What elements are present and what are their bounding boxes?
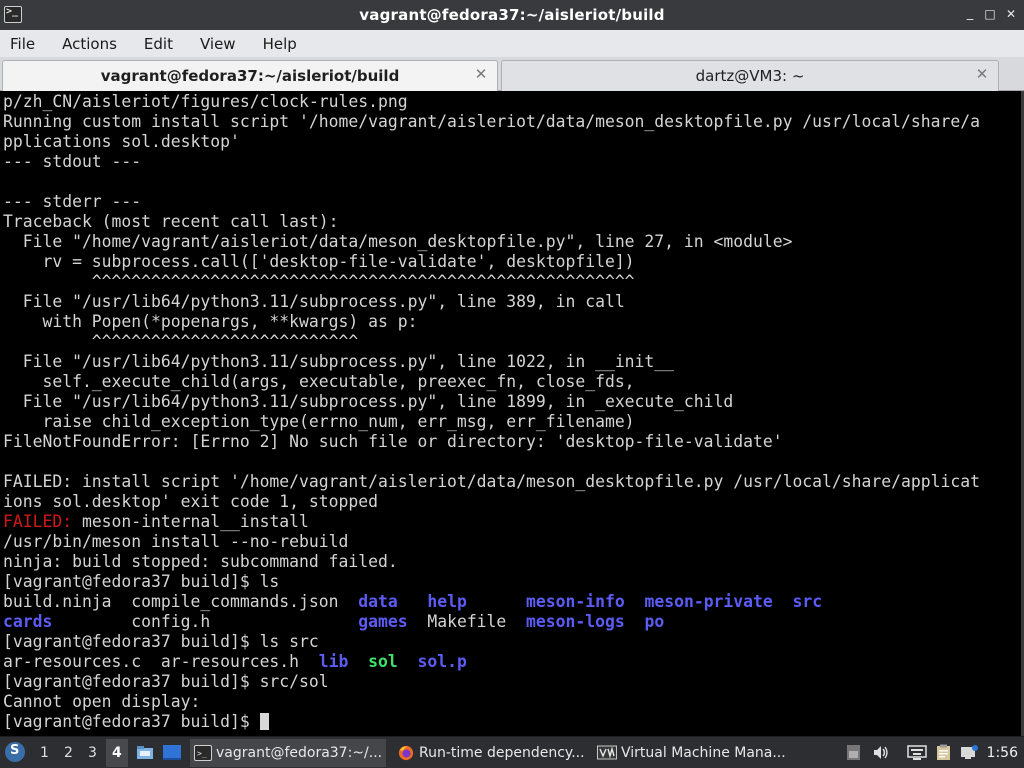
task-virt-manager[interactable]: Virtual Machine Mana... <box>593 739 793 767</box>
menu-file[interactable]: File <box>10 35 35 53</box>
terminal-line: File "/usr/lib64/python3.11/subprocess.p… <box>3 392 734 411</box>
tab-vagrant[interactable]: vagrant@fedora37:~/aisleriot/build ✕ <box>2 60 498 91</box>
terminal-line: File "/usr/lib64/python3.11/subprocess.p… <box>3 352 675 371</box>
close-button[interactable]: ✕ <box>1004 6 1018 22</box>
ls-output-row: ar-resources.c ar-resources.h lib sol so… <box>3 652 467 671</box>
dir-entry: src <box>792 592 823 611</box>
dir-entry: meson-info <box>526 592 625 611</box>
taskbar: 1 2 3 4 >_ vagrant@fedora37:~/... Run-ti… <box>0 736 1024 768</box>
desktop-icon[interactable] <box>163 745 181 760</box>
terminal-line: --- stderr --- <box>3 192 142 211</box>
network-icon[interactable] <box>961 744 978 761</box>
task-label: Run-time dependency... <box>419 745 585 761</box>
terminal-line: Traceback (most recent call last): <box>3 212 339 231</box>
window-titlebar[interactable]: vagrant@fedora37:~/aisleriot/build _ □ ✕ <box>0 0 1024 30</box>
failed-label: FAILED: <box>3 512 73 531</box>
task-firefox[interactable]: Run-time dependency... <box>393 739 589 767</box>
menubar: File Actions Edit View Help <box>0 30 1024 57</box>
volume-icon[interactable] <box>872 744 889 761</box>
task-terminal[interactable]: >_ vagrant@fedora37:~/... <box>190 739 386 767</box>
ls-output-row: cards config.h games Makefile meson-logs… <box>3 612 665 631</box>
terminal-output[interactable]: p/zh_CN/aisleriot/figures/clock-rules.pn… <box>0 91 1021 736</box>
terminal-line: ninja: build stopped: subcommand failed. <box>3 552 398 571</box>
task-label: vagrant@fedora37:~/... <box>216 745 383 761</box>
ls-output-row: build.ninja compile_commands.json data h… <box>3 592 823 611</box>
workspace-2[interactable]: 2 <box>64 745 73 761</box>
terminal-line: ^^^^^^^^^^^^^^^^^^^^^^^^^^^ <box>3 332 359 351</box>
text-cursor <box>259 713 269 730</box>
tab-label: dartz@VM3: ~ <box>695 67 805 85</box>
menu-view[interactable]: View <box>200 35 236 53</box>
terminal-line: --- stdout --- <box>3 152 142 171</box>
minimize-button[interactable]: _ <box>963 6 977 22</box>
tab-label: vagrant@fedora37:~/aisleriot/build <box>100 67 400 85</box>
terminal-line: Cannot open display: <box>3 692 201 711</box>
tab-close-icon[interactable]: ✕ <box>974 65 990 83</box>
menu-actions[interactable]: Actions <box>62 35 117 53</box>
tab-close-icon[interactable]: ✕ <box>473 65 489 83</box>
terminal-line: p/zh_CN/aisleriot/figures/clock-rules.pn… <box>3 92 408 111</box>
prompt-line[interactable]: [vagrant@fedora37 build]$ <box>3 712 1021 732</box>
dir-entry: games <box>358 612 408 631</box>
clipboard-icon[interactable] <box>935 744 952 761</box>
terminal-line: [vagrant@fedora37 build]$ ls <box>3 572 280 591</box>
clock[interactable]: 1:56 <box>987 745 1018 761</box>
menu-edit[interactable]: Edit <box>144 35 173 53</box>
workspace-3[interactable]: 3 <box>88 745 97 761</box>
dir-entry: cards <box>3 612 53 631</box>
svg-text:>_: >_ <box>197 749 207 758</box>
executable-entry: sol <box>368 652 398 671</box>
terminal-line: rv = subprocess.call(['desktop-file-vali… <box>3 252 635 271</box>
terminal-line: raise child_exception_type(errno_num, er… <box>3 412 635 431</box>
terminal-icon: >_ <box>194 745 212 761</box>
terminal-line: ions sol.desktop' exit code 1, stopped <box>3 492 378 511</box>
terminal-line: with Popen(*popenargs, **kwargs) as p: <box>3 312 418 331</box>
terminal-line: Running custom install script '/home/vag… <box>3 112 980 131</box>
firefox-icon <box>398 745 414 761</box>
terminal-line: self._execute_child(args, executable, pr… <box>3 372 635 391</box>
dir-entry: help <box>427 592 467 611</box>
terminal-line: File "/home/vagrant/aisleriot/data/meson… <box>3 232 793 251</box>
terminal-line: File "/usr/lib64/python3.11/subprocess.p… <box>3 292 625 311</box>
virt-manager-icon <box>597 745 617 760</box>
file-manager-icon[interactable] <box>136 745 154 760</box>
terminal-line: FAILED: install script '/home/vagrant/ai… <box>3 472 980 491</box>
workspace-4[interactable]: 4 <box>112 745 122 761</box>
menu-help[interactable]: Help <box>263 35 297 53</box>
dir-entry: meson-logs <box>526 612 625 631</box>
tab-bar: vagrant@fedora37:~/aisleriot/build ✕ dar… <box>0 57 1024 91</box>
window-title: vagrant@fedora37:~/aisleriot/build <box>359 6 665 24</box>
workspace-1[interactable]: 1 <box>40 745 49 761</box>
terminal-line: FileNotFoundError: [Errno 2] No such fil… <box>3 432 783 451</box>
maximize-button[interactable]: □ <box>983 6 997 22</box>
terminal-line: ^^^^^^^^^^^^^^^^^^^^^^^^^^^^^^^^^^^^^^^^… <box>3 272 635 291</box>
tab-dartz[interactable]: dartz@VM3: ~ ✕ <box>501 60 999 91</box>
keyboard-icon[interactable] <box>907 744 927 761</box>
terminal-line: pplications sol.desktop' <box>3 132 240 151</box>
dir-entry: meson-private <box>644 592 773 611</box>
terminal-line: FAILED: meson-internal__install <box>3 512 309 531</box>
dir-entry: sol.p <box>417 652 467 671</box>
terminal-line: /usr/bin/meson install --no-rebuild <box>3 532 349 551</box>
prompt-line: [vagrant@fedora37 build]$ src/sol <box>3 672 329 691</box>
task-label: Virtual Machine Mana... <box>621 745 786 761</box>
dir-entry: po <box>644 612 665 631</box>
system-monitor-icon[interactable] <box>845 744 862 761</box>
prompt-line: [vagrant@fedora37 build]$ ls src <box>3 632 319 651</box>
dir-entry: lib <box>318 652 349 671</box>
dir-entry: data <box>358 592 398 611</box>
start-menu-icon[interactable] <box>5 742 25 762</box>
